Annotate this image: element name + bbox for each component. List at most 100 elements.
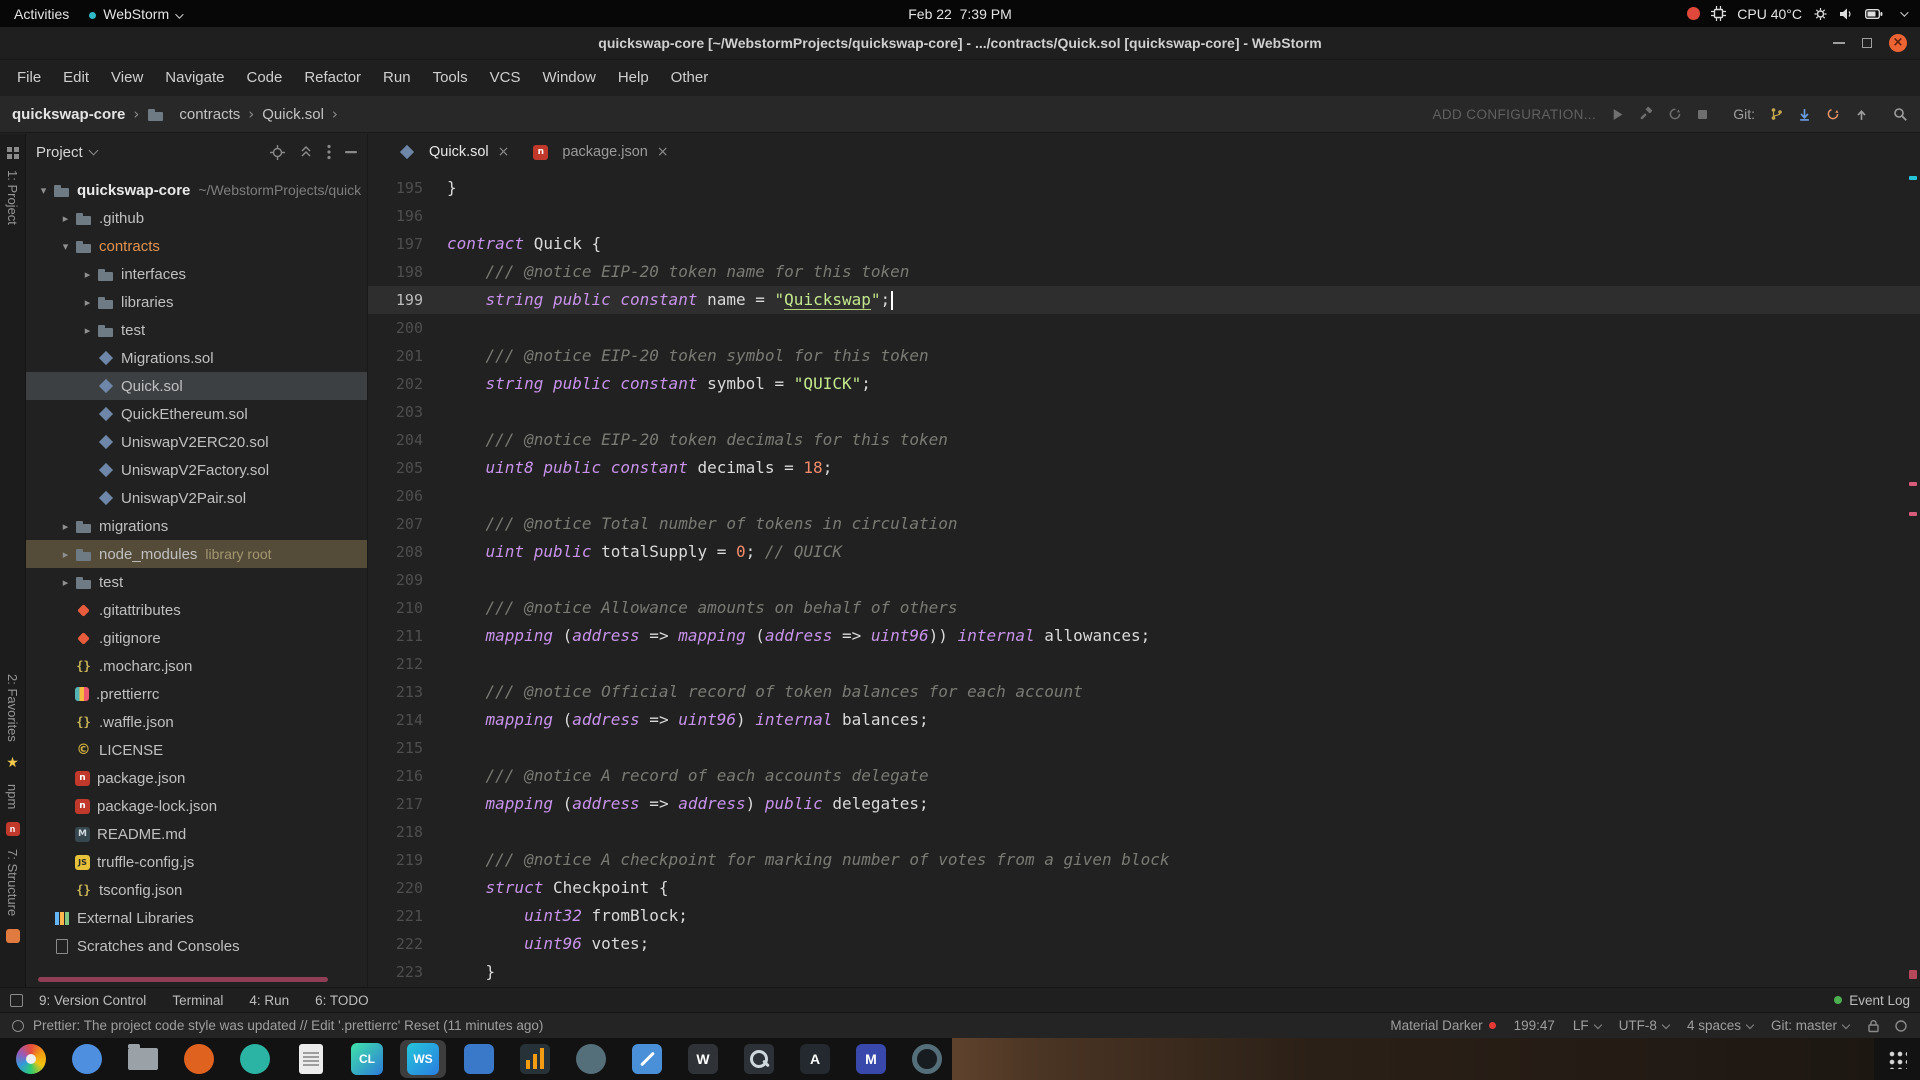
code-line-218[interactable]: 218 (368, 818, 1920, 846)
code-line-207[interactable]: 207 /// @notice Total number of tokens i… (368, 510, 1920, 538)
menu-item-code[interactable]: Code (235, 60, 293, 96)
tool-window-switcher-icon[interactable] (10, 994, 23, 1007)
text-document-icon[interactable] (288, 1040, 334, 1078)
menu-item-view[interactable]: View (100, 60, 154, 96)
draw-tool-icon[interactable] (624, 1040, 670, 1078)
menu-item-other[interactable]: Other (660, 60, 720, 96)
menu-item-refactor[interactable]: Refactor (293, 60, 372, 96)
menu-item-window[interactable]: Window (531, 60, 606, 96)
status-message[interactable]: Prettier: The project code style was upd… (33, 1018, 543, 1033)
notification-indicator-icon[interactable] (1687, 7, 1700, 20)
tab-package.json[interactable]: npackage.json× (521, 134, 680, 170)
teal-app-icon[interactable] (232, 1040, 278, 1078)
line-number[interactable]: 202 (368, 370, 447, 398)
tool-button-favorites[interactable]: 2: Favorites (5, 674, 20, 742)
line-number[interactable]: 222 (368, 930, 447, 958)
code-line-222[interactable]: 222 uint96 votes; (368, 930, 1920, 958)
search-loupe-icon[interactable] (736, 1040, 782, 1078)
code-line-214[interactable]: 214 mapping (address => uint96) internal… (368, 706, 1920, 734)
lock-icon[interactable] (1867, 1019, 1880, 1033)
tree-item-package-lock.json[interactable]: npackage-lock.json (26, 792, 367, 820)
tree-item-truffle-config.js[interactable]: JStruffle-config.js (26, 848, 367, 876)
code-line-195[interactable]: 195} (368, 174, 1920, 202)
tree-item-libraries[interactable]: ▸libraries (26, 288, 367, 316)
breadcrumb-item-quickswap-core[interactable]: quickswap-core (12, 106, 125, 123)
tree-item-UniswapV2Factory.sol[interactable]: UniswapV2Factory.sol (26, 456, 367, 484)
dark-a-app-icon[interactable]: A (792, 1040, 838, 1078)
system-menu-chevron-icon[interactable] (1900, 8, 1908, 16)
tool-button-npm[interactable]: npm (5, 784, 20, 809)
line-number[interactable]: 223 (368, 958, 447, 986)
tree-item-LICENSE[interactable]: ©LICENSE (26, 736, 367, 764)
dark-circle-app-icon[interactable] (568, 1040, 614, 1078)
blue-m-app-icon[interactable]: M (848, 1040, 894, 1078)
code-line-204[interactable]: 204 /// @notice EIP-20 token decimals fo… (368, 426, 1920, 454)
line-number[interactable]: 200 (368, 314, 447, 342)
git-refresh-icon[interactable] (1826, 107, 1840, 121)
tree-item-.github[interactable]: ▸.github (26, 204, 367, 232)
clion-icon[interactable]: CL (344, 1040, 390, 1078)
tree-item-test[interactable]: ▸test (26, 568, 367, 596)
code-line-196[interactable]: 196 (368, 202, 1920, 230)
tree-item-README.md[interactable]: MREADME.md (26, 820, 367, 848)
code-line-205[interactable]: 205 uint8 public constant decimals = 18; (368, 454, 1920, 482)
status-widget-199-47[interactable]: 199:47 (1514, 1018, 1555, 1033)
status-widget-4-spaces[interactable]: 4 spaces (1687, 1018, 1753, 1033)
git-update-icon[interactable] (1798, 108, 1811, 121)
run-icon[interactable] (1611, 108, 1624, 121)
status-widget-utf-8[interactable]: UTF-8 (1619, 1018, 1669, 1033)
tree-item-External Libraries[interactable]: External Libraries (26, 904, 367, 932)
code-line-217[interactable]: 217 mapping (address => address) public … (368, 790, 1920, 818)
tab-close-icon[interactable]: × (498, 144, 510, 160)
status-widget-lf[interactable]: LF (1573, 1018, 1601, 1033)
tree-expand-arrow[interactable]: ▸ (56, 548, 75, 561)
code-line-199[interactable]: 199 string public constant name = "Quick… (368, 286, 1920, 314)
webstorm-icon[interactable]: WS (400, 1040, 446, 1078)
code-line-197[interactable]: 197contract Quick { (368, 230, 1920, 258)
code-line-220[interactable]: 220 struct Checkpoint { (368, 874, 1920, 902)
code-line-223[interactable]: 223 } (368, 958, 1920, 986)
line-number[interactable]: 219 (368, 846, 447, 874)
tree-item-.waffle.json[interactable]: {}.waffle.json (26, 708, 367, 736)
stop-icon[interactable] (1697, 109, 1708, 120)
minimize-button[interactable] (1833, 42, 1845, 44)
tree-item-UniswapV2ERC20.sol[interactable]: UniswapV2ERC20.sol (26, 428, 367, 456)
tree-item-.mocharc.json[interactable]: {}.mocharc.json (26, 652, 367, 680)
code-line-210[interactable]: 210 /// @notice Allowance amounts on beh… (368, 594, 1920, 622)
menu-item-file[interactable]: File (6, 60, 52, 96)
tree-item-.gitattributes[interactable]: .gitattributes (26, 596, 367, 624)
stripe-mark-top[interactable] (1909, 176, 1917, 180)
tool-window-button-6--todo[interactable]: 6: TODO (315, 993, 369, 1008)
line-number[interactable]: 221 (368, 902, 447, 930)
error-stripe[interactable] (1906, 170, 1920, 987)
menu-item-vcs[interactable]: VCS (479, 60, 532, 96)
stripe-mark-2[interactable] (1909, 512, 1917, 516)
line-number[interactable]: 196 (368, 202, 447, 230)
status-widget-git--master[interactable]: Git: master (1771, 1018, 1849, 1033)
code-line-212[interactable]: 212 (368, 650, 1920, 678)
breadcrumb-item-Quick.sol[interactable]: Quick.sol (262, 106, 324, 123)
tree-item-Scratches and Consoles[interactable]: Scratches and Consoles (26, 932, 367, 960)
code-line-221[interactable]: 221 uint32 fromBlock; (368, 902, 1920, 930)
code-editor[interactable]: 195}196197contract Quick {198 /// @notic… (368, 170, 1920, 987)
line-number[interactable]: 204 (368, 426, 447, 454)
tab-Quick.sol[interactable]: Quick.sol× (386, 134, 521, 170)
tree-item-Migrations.sol[interactable]: Migrations.sol (26, 344, 367, 372)
collapse-all-icon[interactable] (299, 145, 313, 159)
line-number[interactable]: 215 (368, 734, 447, 762)
menu-item-navigate[interactable]: Navigate (154, 60, 235, 96)
code-line-216[interactable]: 216 /// @notice A record of each account… (368, 762, 1920, 790)
rerun-icon[interactable] (1668, 107, 1682, 121)
tree-item-tsconfig.json[interactable]: {}tsconfig.json (26, 876, 367, 904)
app-menu-button[interactable]: WebStorm (89, 6, 181, 22)
code-line-213[interactable]: 213 /// @notice Official record of token… (368, 678, 1920, 706)
line-number[interactable]: 198 (368, 258, 447, 286)
code-line-206[interactable]: 206 (368, 482, 1920, 510)
chromium-browser-icon[interactable] (64, 1040, 110, 1078)
tool-button-structure[interactable]: 7: Structure (5, 849, 20, 916)
stripe-mark-bottom[interactable] (1909, 970, 1917, 979)
tree-item-Quick.sol[interactable]: Quick.sol (26, 372, 367, 400)
git-shelve-icon[interactable] (1855, 108, 1868, 121)
tree-expand-arrow[interactable]: ▸ (56, 520, 75, 533)
tab-close-icon[interactable]: × (657, 144, 669, 160)
